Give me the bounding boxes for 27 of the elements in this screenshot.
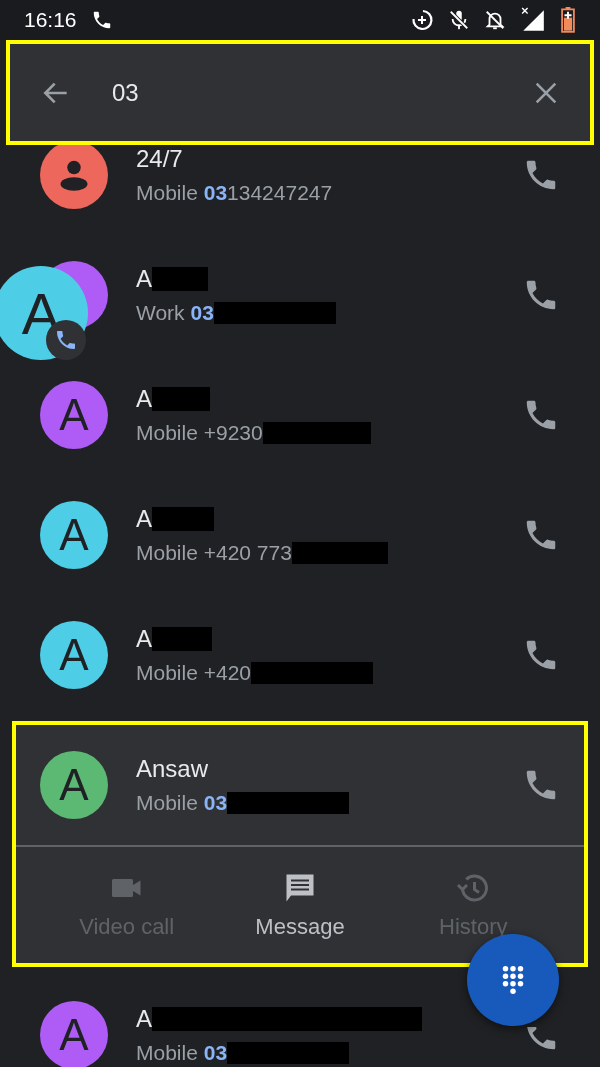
message-button[interactable]: Message [255,870,345,940]
phone-number: Mobile +420 [136,661,251,685]
contact-avatar: A [40,1001,108,1067]
contact-avatar: A [40,751,108,819]
contact-name: 24/7 [136,145,183,173]
phone-number: Mobile 03134247247 [136,181,333,205]
notifications-off-icon [484,9,506,31]
contact-name: A [136,505,152,533]
phone-number: Mobile +420 773 [136,541,292,565]
contact-name: Ansaw [136,755,209,783]
mic-off-icon [448,9,470,31]
phone-icon [54,328,78,352]
contact-name: A [136,625,152,653]
contact-avatar: A [40,501,108,569]
clock: 16:16 [24,8,77,32]
data-saver-icon [410,8,434,32]
phone-number: Mobile +9230 [136,421,263,445]
phone-number: Mobile 03 [136,1041,228,1065]
contact-name: A [136,385,152,413]
contact-avatar: A [40,621,108,689]
battery-icon [560,7,576,33]
contact-name: A [136,265,152,293]
phone-number: Work 03 [136,301,214,325]
contact-avatar: A [40,381,108,449]
signal-icon [520,7,546,33]
phone-number: Mobile 03 [136,791,228,815]
contact-name: A [136,1005,152,1033]
